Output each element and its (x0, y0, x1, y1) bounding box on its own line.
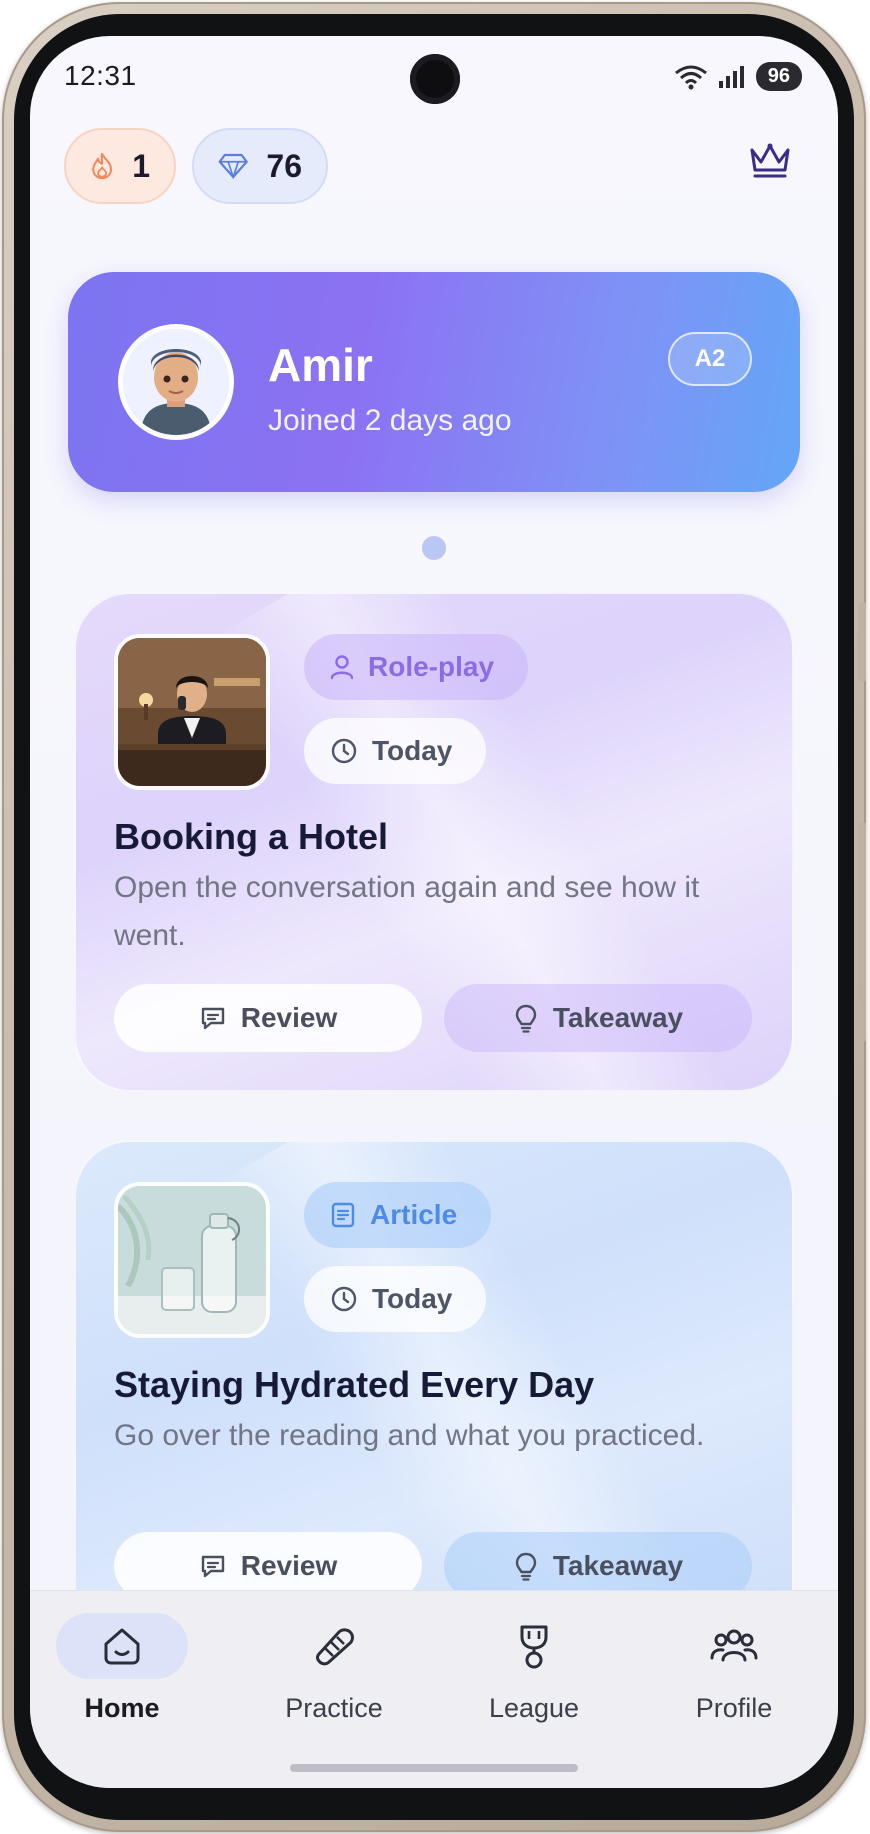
nav-label-league: League (488, 1693, 580, 1723)
crown-icon[interactable] (748, 140, 792, 180)
tag-date: Today (304, 718, 487, 784)
nav-label-home: Home (84, 1693, 160, 1723)
hotel-thumbnail (114, 634, 270, 790)
card-title: Staying Hydrated Every Day (114, 1364, 595, 1405)
profile-name: Amir (268, 339, 373, 391)
volume-button (858, 602, 866, 682)
power-button (858, 822, 866, 1042)
nav-item-home[interactable]: Home (32, 1613, 212, 1724)
takeaway-label: Takeaway (552, 1550, 684, 1581)
card-title: Booking a Hotel (114, 816, 389, 857)
hydration-thumbnail (114, 1182, 270, 1338)
nav-item-league[interactable]: League (444, 1613, 624, 1724)
chat-icon (201, 1555, 224, 1578)
avatar (118, 324, 234, 440)
nav-item-practice[interactable]: Practice (244, 1613, 424, 1724)
review-button[interactable]: Review (114, 984, 422, 1052)
clock-icon (331, 738, 357, 764)
tag-date-label: Today (372, 735, 453, 766)
battery-indicator: 96 (755, 62, 802, 91)
gems-count: 76 (266, 147, 302, 184)
profile-joined-text: Joined 2 days ago (268, 404, 512, 437)
trophy-icon (520, 1625, 548, 1669)
takeaway-button[interactable]: Takeaway (444, 984, 752, 1052)
nav-icon-container (468, 1613, 600, 1679)
streak-count: 1 (132, 147, 150, 184)
tag-roleplay: Role-play (304, 634, 529, 700)
streak-chip[interactable]: 1 (64, 128, 176, 204)
app-screen: 12:31 96 1 76 Amir Joined 2 days ago A2 … (30, 36, 838, 1788)
hotel-receptionist-image (118, 638, 266, 786)
practice-icon (316, 1628, 354, 1666)
home-indicator[interactable] (290, 1764, 578, 1772)
tag-type-label: Role-play (368, 651, 495, 682)
nav-item-profile[interactable]: Profile (644, 1613, 824, 1724)
carousel-dot[interactable] (422, 536, 446, 560)
status-icons: 96 (674, 62, 802, 91)
card-description: Go over the reading and what you practic… (114, 1419, 705, 1452)
status-time: 12:31 (64, 60, 137, 91)
bottom-nav: Home Practice League Profile (30, 1590, 838, 1788)
signal-icon (718, 65, 744, 88)
lightbulb-icon (515, 1552, 537, 1581)
chat-icon (201, 1007, 224, 1030)
nav-icon-container (668, 1613, 800, 1679)
clock-icon (331, 1286, 357, 1312)
nav-label-profile: Profile (695, 1693, 773, 1723)
profile-card[interactable]: Amir Joined 2 days ago A2 (68, 272, 800, 492)
nav-icon-container (56, 1613, 188, 1679)
tag-type-label: Article (370, 1199, 458, 1230)
review-label: Review (240, 1550, 338, 1581)
phone-frame: 12:31 96 1 76 Amir Joined 2 days ago A2 … (2, 2, 866, 1832)
users-icon (710, 1629, 758, 1662)
lightbulb-icon (515, 1004, 537, 1033)
wifi-icon (674, 65, 707, 89)
activity-card-roleplay[interactable]: Role-play Today Booking a Hotel Open the… (74, 592, 794, 1092)
person-icon (330, 655, 354, 680)
tag-article: Article (304, 1182, 492, 1248)
front-camera (410, 54, 460, 104)
gem-icon (218, 153, 248, 180)
nav-icon-container (268, 1613, 400, 1679)
review-label: Review (240, 1002, 338, 1033)
tag-date: Today (304, 1266, 487, 1332)
avatar-image (123, 329, 229, 435)
flame-icon (92, 152, 113, 180)
water-bottle-image (118, 1186, 266, 1334)
nav-label-practice: Practice (285, 1693, 383, 1723)
card-description: Open the conversation again and see how … (114, 871, 700, 952)
level-badge: A2 (668, 332, 752, 386)
article-icon (331, 1202, 355, 1228)
takeaway-label: Takeaway (552, 1002, 684, 1033)
home-icon (104, 1628, 140, 1665)
tag-date-label: Today (372, 1283, 453, 1314)
gems-chip[interactable]: 76 (192, 128, 328, 204)
